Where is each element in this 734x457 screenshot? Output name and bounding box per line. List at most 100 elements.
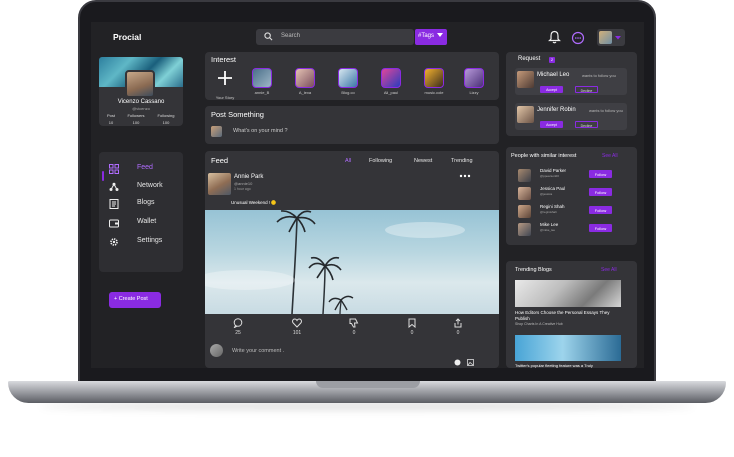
post-caption: Unusual Weekend ! — [231, 200, 277, 206]
sidebar-item-wallet[interactable]: Wallet — [99, 214, 183, 232]
comment-action[interactable]: 25 — [228, 318, 248, 336]
see-all-link[interactable]: See All — [601, 267, 617, 273]
sidebar-item-blogs[interactable]: Blogs — [99, 195, 183, 213]
blog-icon — [109, 199, 119, 209]
request-note: wants to follow you — [582, 73, 616, 78]
follow-button[interactable]: Follow — [589, 224, 612, 232]
sidebar-item-settings[interactable]: Settings — [99, 233, 183, 251]
stat-value: 10 — [108, 120, 114, 125]
post-author-username: @annie10 — [234, 181, 253, 186]
request-item: Michael Leo wants to follow you Accept D… — [515, 68, 627, 95]
search-placeholder: Search — [281, 33, 301, 39]
follow-button[interactable]: Follow — [589, 170, 612, 178]
story-label: Ali_paul — [383, 90, 399, 95]
profile-avatar[interactable] — [125, 70, 155, 98]
story-thumbnail — [338, 68, 358, 88]
post-image[interactable] — [205, 210, 499, 314]
bell-icon[interactable] — [548, 30, 561, 44]
tab-trending[interactable]: Trending — [451, 158, 473, 164]
search-icon — [264, 32, 273, 41]
avatar[interactable] — [599, 31, 612, 44]
person-row: Jessica Paul @jessica Follow — [518, 186, 630, 202]
post-composer: Post Something What's on your mind ? — [205, 106, 499, 144]
share-count: 0 — [456, 330, 460, 336]
feed-icon — [109, 164, 119, 174]
tab-newest[interactable]: Newest — [414, 158, 432, 164]
post-input[interactable]: What's on your mind ? — [233, 128, 288, 134]
blog-thumbnail[interactable] — [515, 280, 621, 307]
blog-title[interactable]: Twitter's popular fleeting feature was a… — [515, 363, 593, 368]
wallet-icon — [109, 219, 119, 228]
stat-value: 100 — [132, 120, 140, 125]
bookmark-action[interactable]: 0 — [402, 318, 422, 336]
post-author-name[interactable]: Annie Park — [234, 174, 263, 180]
bookmark-count: 0 — [410, 330, 414, 336]
person-row: Regini Shah @reginishah Follow — [518, 204, 630, 220]
message-icon[interactable] — [571, 31, 585, 45]
avatar[interactable] — [517, 106, 534, 123]
avatar[interactable] — [518, 187, 531, 200]
story-label: music.cole — [424, 90, 444, 95]
story-your-story[interactable]: Your Story — [215, 68, 237, 100]
story-label: annie_B — [254, 90, 270, 95]
avatar[interactable] — [517, 71, 534, 88]
story-item[interactable]: A_lexa — [295, 68, 317, 95]
create-post-button[interactable]: + Create Post — [109, 292, 161, 308]
decline-button[interactable]: Decline — [575, 121, 598, 128]
plus-icon — [218, 71, 232, 85]
person-name[interactable]: Regini Shah — [540, 204, 565, 209]
story-item[interactable]: Lizzy — [464, 68, 486, 95]
story-item[interactable]: annie_B — [252, 68, 274, 95]
search-bar[interactable]: Search — [256, 29, 414, 45]
tags-dropdown[interactable]: #Tags — [415, 29, 447, 45]
see-all-link[interactable]: See All — [602, 153, 618, 159]
story-label: Your Story — [215, 95, 235, 100]
blog-title[interactable]: How Editors Choose the Personal Essays T… — [515, 310, 625, 322]
request-name[interactable]: Michael Leo — [537, 72, 569, 78]
comment-icon — [233, 318, 243, 328]
stat-label: Following — [157, 113, 175, 118]
post-caption-text: Unusual Weekend ! — [231, 200, 271, 205]
tab-following[interactable]: Following — [369, 158, 392, 164]
request-name[interactable]: Jennifer Robin — [537, 107, 576, 113]
blog-thumbnail[interactable] — [515, 335, 621, 361]
accept-button[interactable]: Accept — [540, 86, 563, 93]
more-options-icon[interactable] — [459, 174, 471, 178]
decline-button[interactable]: Decline — [575, 86, 598, 93]
stat-followers: Followers 100 — [121, 113, 151, 125]
image-icon[interactable] — [467, 359, 474, 366]
person-row: Mike Lee @mike_lee Follow — [518, 222, 630, 238]
comment-input[interactable]: Write your comment . — [232, 348, 284, 354]
tab-all[interactable]: All — [345, 158, 351, 164]
profile-username: @vicenzo — [132, 106, 150, 111]
avatar[interactable] — [518, 223, 531, 236]
laptop-notch — [316, 381, 420, 388]
post-timestamp: 1 hour ago — [234, 187, 251, 191]
story-item[interactable]: music.cole — [424, 68, 446, 95]
section-title: People with similar interest — [511, 153, 577, 159]
avatar — [211, 126, 222, 137]
story-label: Blog.co — [341, 90, 355, 95]
story-item[interactable]: Ali_paul — [381, 68, 403, 95]
section-title: Interest — [211, 55, 237, 64]
avatar[interactable] — [518, 169, 531, 182]
person-username: @reginishah — [540, 210, 557, 214]
story-item[interactable]: Blog.co — [338, 68, 360, 95]
post-author-avatar[interactable] — [208, 173, 231, 195]
dislike-action[interactable]: 0 — [344, 318, 364, 336]
emoji-icon[interactable] — [454, 359, 461, 366]
accept-button[interactable]: Accept — [540, 121, 563, 128]
app-logo[interactable]: Procial — [113, 32, 141, 42]
person-name[interactable]: Mike Lee — [540, 222, 558, 227]
person-name[interactable]: David Parker — [540, 168, 566, 173]
avatar[interactable] — [518, 205, 531, 218]
person-name[interactable]: Jessica Paul — [540, 186, 565, 191]
chevron-down-icon[interactable] — [615, 36, 621, 40]
share-action[interactable]: 0 — [448, 318, 468, 336]
follow-button[interactable]: Follow — [589, 206, 612, 214]
follow-button[interactable]: Follow — [589, 188, 612, 196]
sidebar-item-label: Blogs — [137, 199, 155, 206]
like-action[interactable]: 101 — [287, 318, 307, 336]
sidebar-item-network[interactable]: Network — [99, 178, 183, 196]
sidebar-item-feed[interactable]: Feed — [99, 160, 183, 181]
